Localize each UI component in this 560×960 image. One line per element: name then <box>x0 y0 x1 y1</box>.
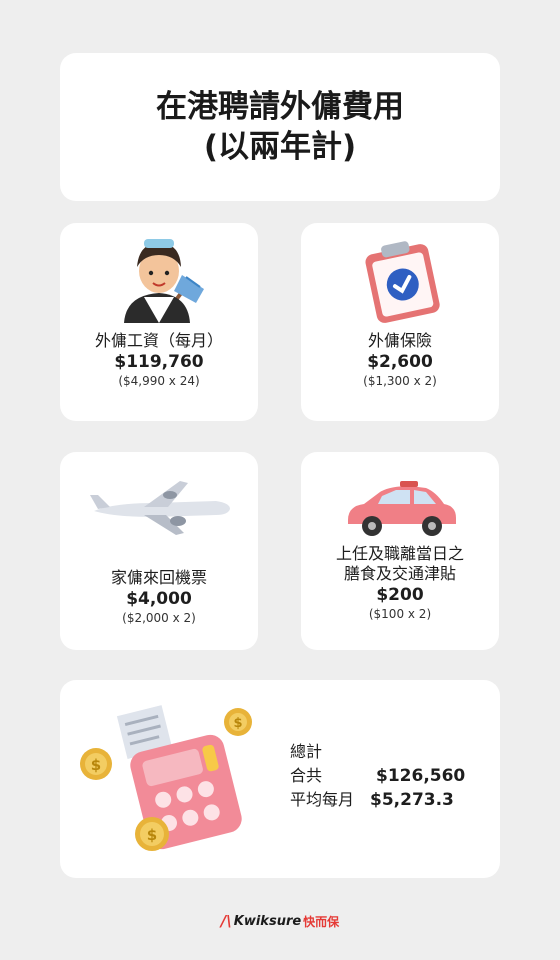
insurance-label: 外傭保險 <box>367 331 432 350</box>
airfare-amount: $4,000 <box>126 589 192 609</box>
total-summary: 總計 合共 $126,560 平均每月 $5,273.3 <box>290 740 465 812</box>
clipboard-check-icon <box>301 223 499 323</box>
wage-label: 外傭工資（每月） <box>94 331 223 350</box>
airplane-icon <box>60 452 258 562</box>
wage-calc: ($4,990 x 24) <box>118 374 200 388</box>
allowance-amount: $200 <box>376 585 424 605</box>
wage-card: 外傭工資（每月） $119,760 ($4,990 x 24) <box>60 223 258 421</box>
kwiksure-logo: /\ Kwiksure 快而保 <box>0 912 560 930</box>
svg-text:$: $ <box>147 826 157 844</box>
page-subtitle: (以兩年計) <box>203 129 357 165</box>
wage-amount: $119,760 <box>114 352 204 372</box>
insurance-card: 外傭保險 $2,600 ($1,300 x 2) <box>301 223 499 421</box>
total-sum-value: $126,560 <box>376 766 466 786</box>
kwiksure-logo-text-zh: 快而保 <box>303 914 340 929</box>
svg-text:$: $ <box>233 716 242 731</box>
allowance-label-line1: 上任及職離當日之 <box>335 544 464 563</box>
total-avg-row: 平均每月 $5,273.3 <box>290 788 465 812</box>
allowance-card: 上任及職離當日之 膳食及交通津貼 $200 ($100 x 2) <box>301 452 499 650</box>
total-avg-value: $5,273.3 <box>370 790 454 810</box>
maid-icon <box>60 223 258 323</box>
insurance-calc: ($1,300 x 2) <box>363 374 437 388</box>
airfare-calc: ($2,000 x 2) <box>122 611 196 625</box>
kwiksure-logo-text: Kwiksure <box>233 913 302 929</box>
total-sum-row: 合共 $126,560 <box>290 764 465 788</box>
total-avg-label: 平均每月 <box>290 790 355 809</box>
allowance-label-line2: 膳食及交通津貼 <box>343 564 456 583</box>
allowance-calc: ($100 x 2) <box>368 607 432 621</box>
car-icon <box>301 452 499 540</box>
total-heading: 總計 <box>290 742 323 761</box>
total-card: $ $ $ 總計 合共 $126,560 平均每月 $5,273.3 <box>60 680 500 878</box>
airfare-label: 家傭來回機票 <box>110 568 207 587</box>
svg-text:$: $ <box>91 756 101 774</box>
insurance-amount: $2,600 <box>367 352 433 372</box>
title-card: 在港聘請外傭費用 (以兩年計) <box>60 53 500 201</box>
calculator-coins-icon: $ $ $ <box>76 702 256 866</box>
airfare-card: 家傭來回機票 $4,000 ($2,000 x 2) <box>60 452 258 650</box>
page-title: 在港聘請外傭費用 <box>156 89 404 125</box>
total-sum-label: 合共 <box>290 766 323 785</box>
kwiksure-logo-mark: /\ <box>220 912 232 930</box>
